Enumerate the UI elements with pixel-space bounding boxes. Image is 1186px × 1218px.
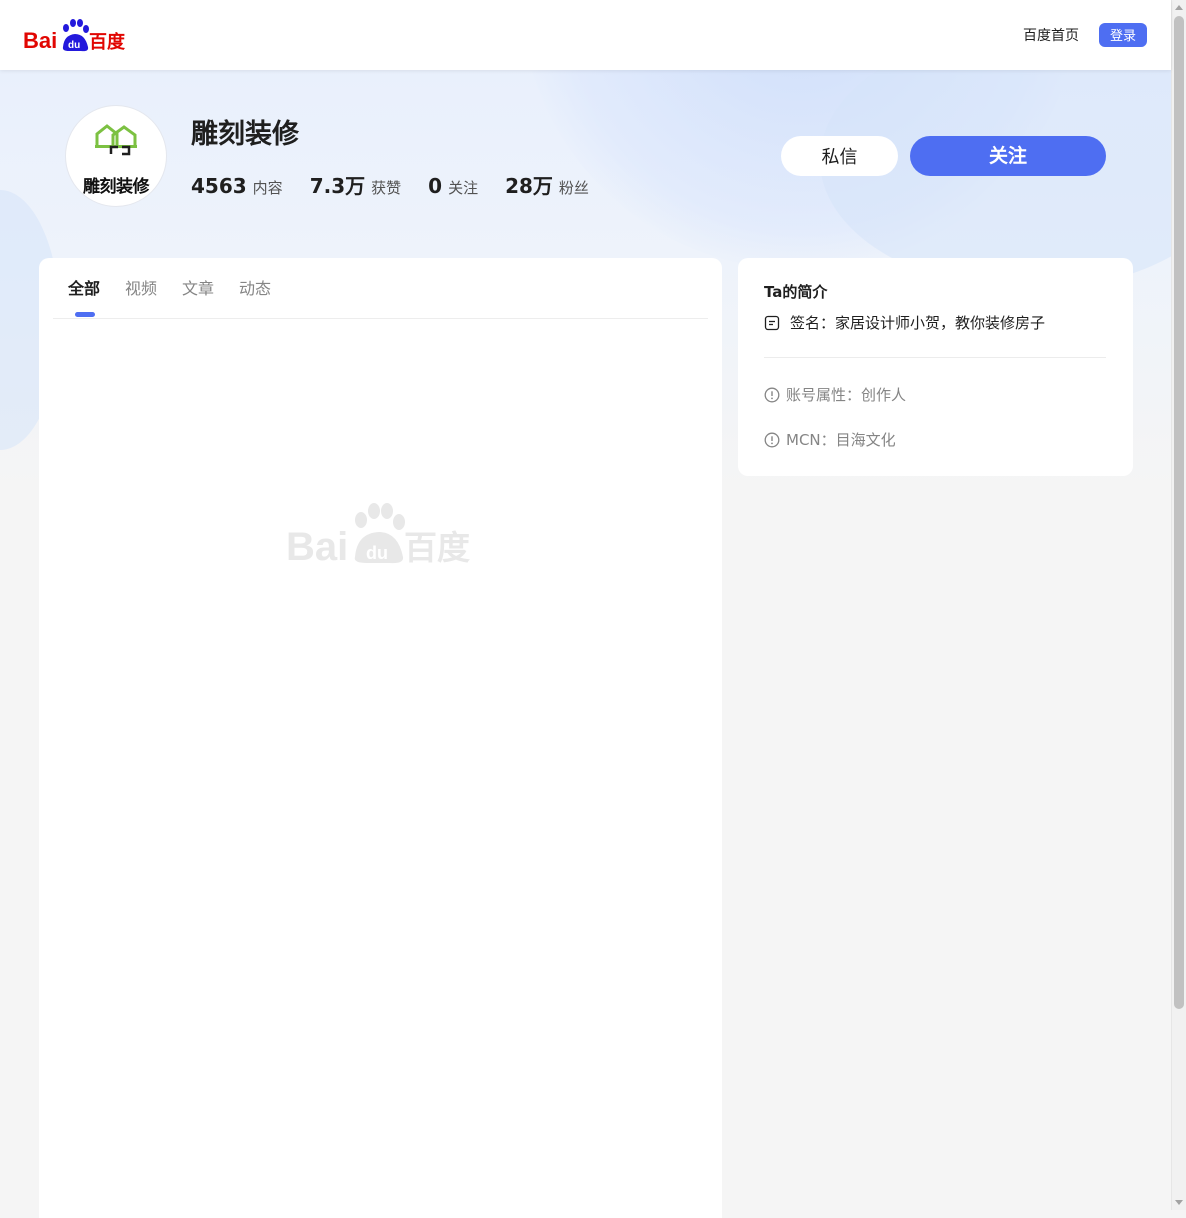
scroll-down-arrow-icon[interactable] bbox=[1175, 1200, 1183, 1205]
tab-video[interactable]: 视频 bbox=[125, 278, 157, 300]
stat-value: 4563 bbox=[191, 174, 247, 198]
account-type-row: 账号属性：创作人 bbox=[764, 385, 906, 405]
tab-all[interactable]: 全部 bbox=[68, 278, 100, 300]
svg-text:百度: 百度 bbox=[89, 31, 126, 53]
info-circle-icon bbox=[764, 387, 780, 403]
stat-value: 7.3万 bbox=[309, 174, 366, 198]
mcn-text: MCN：目海文化 bbox=[786, 431, 896, 449]
baidu-logo[interactable]: Bai du 百度 bbox=[23, 17, 127, 53]
content-tabs: 全部 视频 文章 动态 bbox=[53, 258, 708, 319]
scroll-up-arrow-icon[interactable] bbox=[1175, 5, 1183, 10]
baidu-loading-placeholder-icon: Bai du 百度 bbox=[286, 503, 470, 564]
avatar-brand-text: 雕刻装修 bbox=[83, 177, 150, 197]
login-button[interactable]: 登录 bbox=[1099, 23, 1147, 47]
stat-content: 4563 内容 bbox=[191, 174, 283, 198]
stat-followers[interactable]: 28万 粉丝 bbox=[505, 170, 589, 199]
svg-text:Bai: Bai bbox=[286, 525, 348, 564]
profile-stats: 4563 内容 7.3万 获赞 0 关注 28万 粉丝 bbox=[191, 170, 589, 199]
tab-dynamic[interactable]: 动态 bbox=[239, 278, 271, 300]
svg-text:Bai: Bai bbox=[23, 28, 57, 53]
vertical-scrollbar[interactable] bbox=[1171, 0, 1186, 1210]
svg-text:百度: 百度 bbox=[404, 528, 470, 564]
account-type-text: 账号属性：创作人 bbox=[786, 386, 907, 404]
svg-text:du: du bbox=[68, 40, 80, 51]
intro-title: Ta的简介 bbox=[764, 283, 828, 301]
scrollbar-thumb[interactable] bbox=[1174, 16, 1184, 1009]
stat-label: 获赞 bbox=[371, 179, 402, 197]
stat-value: 28万 bbox=[505, 174, 553, 198]
mcn-row: MCN：目海文化 bbox=[764, 430, 896, 450]
avatar[interactable]: 雕刻装修 bbox=[65, 105, 167, 207]
active-tab-indicator bbox=[75, 312, 95, 317]
tab-article[interactable]: 文章 bbox=[182, 278, 214, 300]
stat-value: 0 bbox=[428, 174, 443, 198]
signature-icon bbox=[764, 315, 780, 331]
svg-text:du: du bbox=[366, 543, 388, 563]
stat-label: 关注 bbox=[448, 179, 479, 197]
content-feed-card: 全部 视频 文章 动态 Bai du 百度 bbox=[39, 258, 722, 1218]
private-message-button[interactable]: 私信 bbox=[781, 136, 898, 176]
baidu-home-link[interactable]: 百度首页 bbox=[1023, 26, 1079, 46]
profile-name: 雕刻装修 bbox=[191, 119, 299, 150]
stat-label: 粉丝 bbox=[558, 179, 589, 197]
info-circle-icon bbox=[764, 432, 780, 448]
signature-text: 签名：家居设计师小贺，教你装修房子 bbox=[790, 314, 1046, 332]
house-logo-icon bbox=[95, 124, 137, 156]
follow-button[interactable]: 关注 bbox=[910, 136, 1106, 176]
signature-row: 签名：家居设计师小贺，教你装修房子 bbox=[764, 313, 1045, 333]
divider bbox=[764, 357, 1106, 358]
stat-label: 内容 bbox=[252, 179, 283, 197]
stat-likes: 7.3万 获赞 bbox=[310, 170, 401, 199]
top-navigation-bar: Bai du 百度 百度首页 登录 bbox=[0, 0, 1171, 70]
profile-intro-card: Ta的简介 签名：家居设计师小贺，教你装修房子 账号属性：创作人 MCN：目海文… bbox=[738, 258, 1133, 476]
stat-following[interactable]: 0 关注 bbox=[428, 174, 478, 198]
